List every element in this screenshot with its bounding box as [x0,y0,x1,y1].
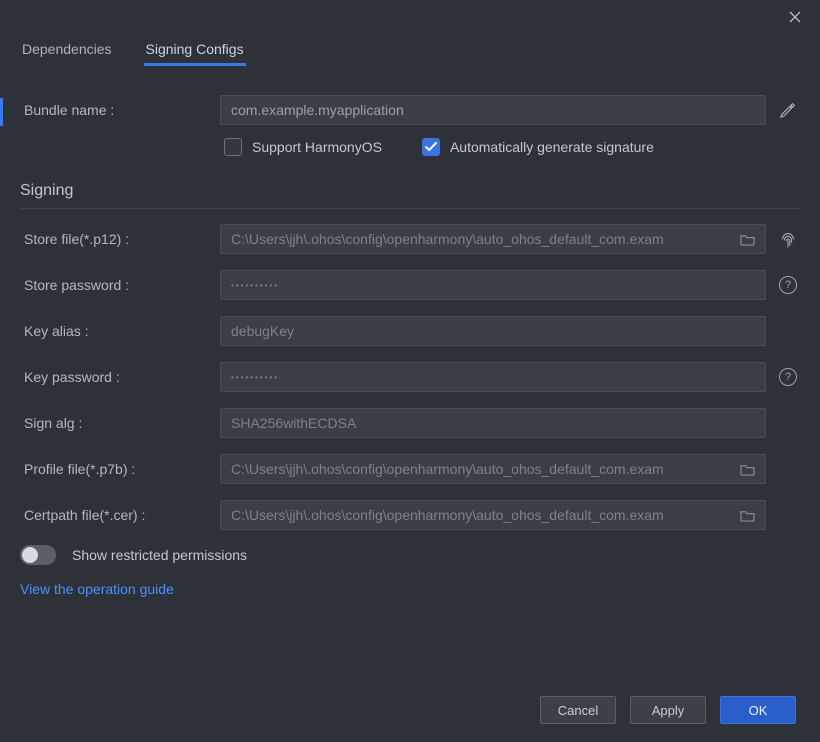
bundle-name-label: Bundle name : [20,102,220,118]
key-password-row: Key password : •••••••••• ? [20,361,800,393]
store-file-row: Store file(*.p12) : C:\Users\jjh\.ohos\c… [20,223,800,255]
cancel-button[interactable]: Cancel [540,696,616,724]
auto-generate-signature-label: Automatically generate signature [450,139,654,155]
store-password-row: Store password : •••••••••• ? [20,269,800,301]
help-icon: ? [779,368,797,386]
tab-signing-configs[interactable]: Signing Configs [144,35,246,65]
fingerprint-button[interactable] [776,230,800,248]
support-harmonyos-checkbox[interactable]: Support HarmonyOS [224,138,382,156]
restricted-permissions-row: Show restricted permissions [20,545,800,565]
certpath-file-label: Certpath file(*.cer) : [20,507,220,523]
support-harmonyos-label: Support HarmonyOS [252,139,382,155]
browse-profile-file[interactable] [740,463,755,476]
key-alias-label: Key alias : [20,323,220,339]
sign-alg-row: Sign alg : SHA256withECDSA [20,407,800,439]
fingerprint-icon [779,230,797,248]
signing-section-title: Signing [20,182,800,209]
dialog-footer: Cancel Apply OK [0,678,820,742]
profile-file-row: Profile file(*.p7b) : C:\Users\jjh\.ohos… [20,453,800,485]
help-icon: ? [779,276,797,294]
auto-generate-signature-checkbox[interactable]: Automatically generate signature [422,138,654,156]
titlebar [0,0,820,34]
store-password-help[interactable]: ? [776,276,800,294]
key-alias-input[interactable]: debugKey [220,316,766,346]
apply-button[interactable]: Apply [630,696,706,724]
close-icon [789,11,801,23]
bundle-name-input[interactable]: com.example.myapplication [220,95,766,125]
certpath-file-row: Certpath file(*.cer) : C:\Users\jjh\.oho… [20,499,800,531]
bundle-options-row: Support HarmonyOS Automatically generate… [20,138,800,156]
bundle-name-value: com.example.myapplication [231,102,755,118]
dialog-root: Dependencies Signing Configs Bundle name… [0,0,820,742]
sign-alg-value: SHA256withECDSA [231,415,755,431]
key-alias-value: debugKey [231,323,755,339]
folder-icon [740,233,755,246]
check-icon [425,142,437,152]
key-password-help[interactable]: ? [776,368,800,386]
edit-bundle-button[interactable] [776,101,800,119]
active-indicator [0,98,3,126]
profile-file-input[interactable]: C:\Users\jjh\.ohos\config\openharmony\au… [220,454,766,484]
profile-file-label: Profile file(*.p7b) : [20,461,220,477]
tab-dependencies[interactable]: Dependencies [20,35,114,65]
certpath-file-value: C:\Users\jjh\.ohos\config\openharmony\au… [231,507,732,523]
store-password-input[interactable]: •••••••••• [220,270,766,300]
operation-guide-link[interactable]: View the operation guide [20,581,800,597]
browse-store-file[interactable] [740,233,755,246]
restricted-permissions-toggle[interactable] [20,545,56,565]
sign-alg-input[interactable]: SHA256withECDSA [220,408,766,438]
store-password-value: •••••••••• [231,281,755,290]
certpath-file-input[interactable]: C:\Users\jjh\.ohos\config\openharmony\au… [220,500,766,530]
checkbox-box-checked [422,138,440,156]
store-file-label: Store file(*.p12) : [20,231,220,247]
tab-bar: Dependencies Signing Configs [0,34,820,66]
content-area: Bundle name : com.example.myapplication … [0,66,820,678]
key-password-input[interactable]: •••••••••• [220,362,766,392]
browse-certpath-file[interactable] [740,509,755,522]
toggle-knob [22,547,38,563]
store-file-input[interactable]: C:\Users\jjh\.ohos\config\openharmony\au… [220,224,766,254]
sign-alg-label: Sign alg : [20,415,220,431]
ok-button[interactable]: OK [720,696,796,724]
store-file-value: C:\Users\jjh\.ohos\config\openharmony\au… [231,231,732,247]
key-password-value: •••••••••• [231,373,755,382]
store-password-label: Store password : [20,277,220,293]
close-button[interactable] [778,2,812,32]
restricted-permissions-label: Show restricted permissions [72,547,247,563]
pencil-icon [779,101,797,119]
key-password-label: Key password : [20,369,220,385]
profile-file-value: C:\Users\jjh\.ohos\config\openharmony\au… [231,461,732,477]
key-alias-row: Key alias : debugKey [20,315,800,347]
bundle-name-row: Bundle name : com.example.myapplication [20,94,800,126]
folder-icon [740,509,755,522]
checkbox-box [224,138,242,156]
folder-icon [740,463,755,476]
